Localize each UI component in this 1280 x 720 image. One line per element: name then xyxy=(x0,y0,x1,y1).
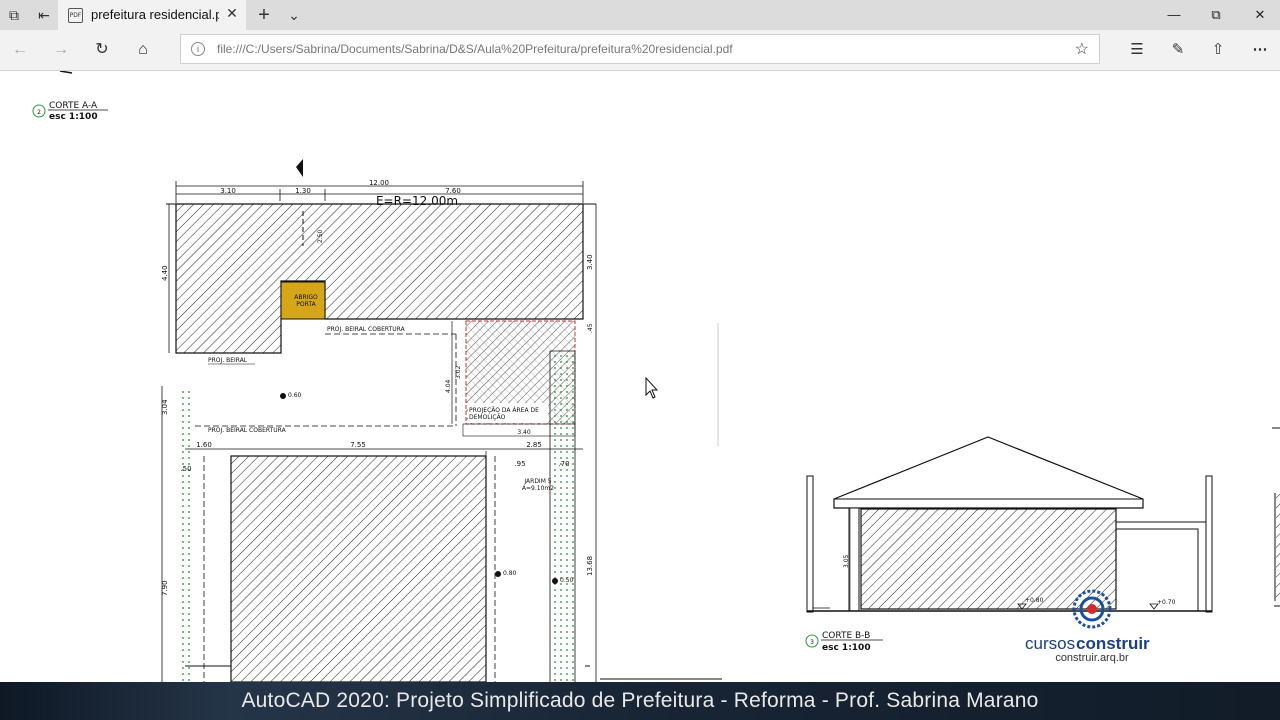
tab-pdf[interactable]: PDF prefeitura residencial.pdf ✕ xyxy=(58,0,246,30)
home-icon[interactable]: ⌂ xyxy=(132,40,154,60)
garden-strip-right xyxy=(550,351,575,682)
ellipsis-icon[interactable]: ⋯ xyxy=(1249,40,1271,60)
svg-text:PROJ. BEIRAL COBERTURA: PROJ. BEIRAL COBERTURA xyxy=(327,326,406,333)
svg-text:3: 3 xyxy=(810,639,814,646)
svg-text:3.40: 3.40 xyxy=(586,254,594,270)
svg-text:2.85: 2.85 xyxy=(526,441,542,449)
svg-text:0.50: 0.50 xyxy=(560,577,574,584)
svg-text:cursos: cursos xyxy=(1025,634,1075,653)
url-text[interactable]: file:///C:/Users/Sabrina/Documents/Sabri… xyxy=(217,42,733,56)
close-window-icon[interactable]: ✕ xyxy=(1244,4,1276,26)
corte-bb-label: 3 CORTE B-B esc 1:100 xyxy=(805,631,883,653)
svg-text:.70: .70 xyxy=(558,460,569,468)
svg-text:.95: .95 xyxy=(514,460,525,468)
svg-text:JARDIM 5: JARDIM 5 xyxy=(523,478,551,485)
svg-text:A=9.10m2: A=9.10m2 xyxy=(522,485,554,492)
arrow-left-icon[interactable]: ← xyxy=(9,40,31,60)
plus-icon[interactable]: + xyxy=(255,5,273,25)
star-icon[interactable]: ☆ xyxy=(1075,39,1089,59)
svg-text:construir.arq.br: construir.arq.br xyxy=(1055,652,1129,664)
corte-aa-title: CORTE A-A xyxy=(49,101,98,111)
svg-text:4.04: 4.04 xyxy=(445,379,452,393)
svg-text:PROJ. BEIRAL COBERTURA: PROJ. BEIRAL COBERTURA xyxy=(208,427,287,434)
favorites-list-icon[interactable]: ☰ xyxy=(1126,40,1148,60)
tab-preview-icon[interactable]: ⇤ xyxy=(35,6,53,24)
svg-text:+0.70: +0.70 xyxy=(1157,599,1176,606)
svg-text:1.60: 1.60 xyxy=(196,441,212,449)
svg-text:3.05: 3.05 xyxy=(843,554,850,568)
svg-text:PROJ. BEIRAL: PROJ. BEIRAL xyxy=(208,357,248,364)
svg-text:13.68: 13.68 xyxy=(586,556,594,576)
pdf-viewer[interactable]: 2 CORTE A-A esc 1:100 12.00 3.10 1.30 7.… xyxy=(0,71,1280,682)
svg-text:3.40: 3.40 xyxy=(517,429,531,436)
svg-text:4.40: 4.40 xyxy=(161,265,169,281)
pen-icon[interactable]: ✎ xyxy=(1167,40,1189,60)
mouse-cursor-icon xyxy=(645,376,659,399)
address-bar[interactable]: i file:///C:/Users/Sabrina/Documents/Sab… xyxy=(180,34,1100,64)
video-caption: AutoCAD 2020: Projeto Simplificado de Pr… xyxy=(241,689,1039,712)
svg-text:1.30: 1.30 xyxy=(295,187,311,195)
refresh-icon[interactable]: ↻ xyxy=(91,40,113,60)
corte-aa-label: 2 CORTE A-A esc 1:100 xyxy=(32,101,108,122)
svg-text:PROJEÇÃO DA ÁREA DE: PROJEÇÃO DA ÁREA DE xyxy=(469,407,539,414)
corte-aa-number: 2 xyxy=(37,109,41,116)
garden-strip-left xyxy=(178,388,193,682)
svg-text:construir: construir xyxy=(1076,634,1150,653)
svg-text:PORTA: PORTA xyxy=(296,301,316,308)
video-caption-bar: AutoCAD 2020: Projeto Simplificado de Pr… xyxy=(0,682,1280,720)
tab-title: prefeitura residencial.pdf xyxy=(91,7,219,22)
architectural-drawing: 2 CORTE A-A esc 1:100 12.00 3.10 1.30 7.… xyxy=(32,71,1280,682)
svg-text:0.60: 0.60 xyxy=(288,392,302,399)
tab-bar: ⧉ ⇤ PDF prefeitura residencial.pdf ✕ + ⌄… xyxy=(0,0,1280,30)
share-icon[interactable]: ⇧ xyxy=(1207,40,1229,60)
svg-text:3.10: 3.10 xyxy=(220,187,236,195)
restore-icon[interactable]: ⧉ xyxy=(1200,4,1232,26)
svg-text:0.80: 0.80 xyxy=(503,570,517,577)
chevron-down-icon[interactable]: ⌄ xyxy=(285,6,303,24)
north-arrow-icon xyxy=(296,159,303,177)
corte-aa-scale: esc 1:100 xyxy=(49,112,98,122)
pdf-file-icon: PDF xyxy=(68,8,83,23)
svg-text:+0.80: +0.80 xyxy=(1025,597,1044,604)
svg-text:.45: .45 xyxy=(587,323,594,333)
svg-text:7.55: 7.55 xyxy=(350,441,366,449)
svg-text:.50: .50 xyxy=(180,465,191,473)
svg-text:2.50: 2.50 xyxy=(317,229,324,243)
corte-bb-section: 3.05 +0.80 +0.70 xyxy=(806,436,1213,613)
svg-text:CORTE B-B: CORTE B-B xyxy=(822,631,870,641)
building-block-bottom xyxy=(230,455,487,682)
arrow-right-icon[interactable]: → xyxy=(50,40,72,60)
close-icon[interactable]: ✕ xyxy=(224,5,240,22)
svg-text:7.90: 7.90 xyxy=(161,580,169,596)
tab-stack-icon[interactable]: ⧉ xyxy=(5,6,23,24)
svg-text:12.00: 12.00 xyxy=(369,179,389,187)
address-toolbar: ← → ↻ ⌂ i file:///C:/Users/Sabrina/Docum… xyxy=(0,30,1280,71)
svg-text:esc 1:100: esc 1:100 xyxy=(822,643,871,653)
svg-text:ABRIGO: ABRIGO xyxy=(294,294,318,301)
svg-text:3.04: 3.04 xyxy=(161,399,169,415)
minimize-icon[interactable]: — xyxy=(1158,4,1190,26)
info-icon[interactable]: i xyxy=(191,42,205,56)
svg-text:DEMOLIÇÃO: DEMOLIÇÃO xyxy=(469,414,506,421)
